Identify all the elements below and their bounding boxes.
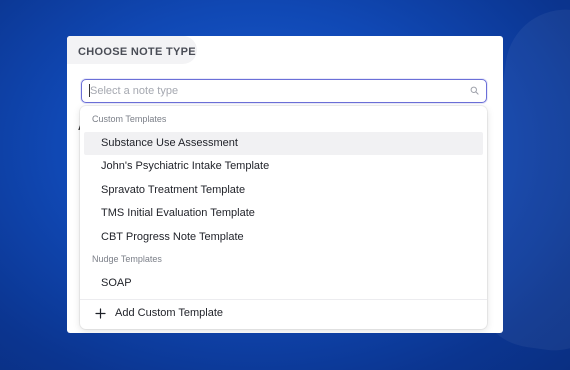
option-cbt-progress-note[interactable]: CBT Progress Note Template [84,226,483,249]
option-label: John's Psychiatric Intake Template [101,160,270,172]
add-custom-template-label: Add Custom Template [115,307,224,319]
option-label: CBT Progress Note Template [101,231,244,243]
option-label: TMS Initial Evaluation Template [101,207,255,219]
option-label: Spravato Treatment Template [101,184,246,196]
option-soap[interactable]: SOAP [84,272,483,295]
select-placeholder: Select a note type [90,85,179,97]
option-label: SOAP [101,277,132,289]
section-label-nudge: Nudge Templates [92,254,162,264]
option-tms-initial-evaluation[interactable]: TMS Initial Evaluation Template [84,202,483,225]
dropdown-divider [80,299,487,300]
section-label-custom: Custom Templates [92,114,167,124]
add-custom-template-button[interactable]: Add Custom Template [84,301,483,326]
note-type-dropdown: Custom Templates Substance Use Assessmen… [80,106,487,329]
option-substance-use-assessment[interactable]: Substance Use Assessment [84,132,483,155]
option-label: Substance Use Assessment [101,137,238,149]
note-type-panel: CHOOSE NOTE TYPE A Select a note type Cu… [67,36,503,333]
note-type-select[interactable]: Select a note type [81,79,487,103]
panel-header: CHOOSE NOTE TYPE [67,36,197,64]
plus-icon [95,308,106,319]
search-icon [470,86,479,95]
option-spravato-treatment[interactable]: Spravato Treatment Template [84,179,483,202]
panel-title: CHOOSE NOTE TYPE [78,46,196,58]
option-psychiatric-intake[interactable]: John's Psychiatric Intake Template [84,155,483,178]
